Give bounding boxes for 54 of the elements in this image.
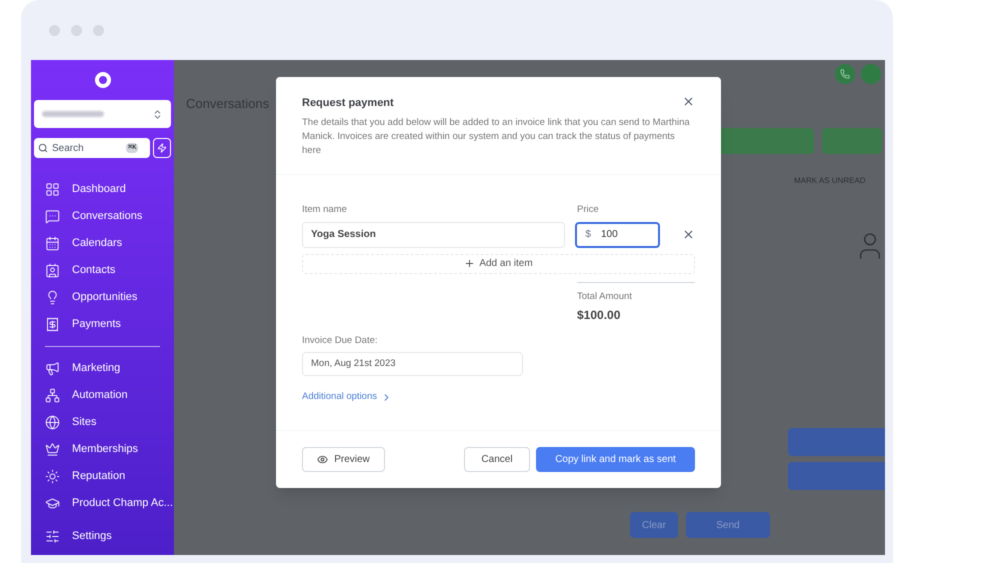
chat-icon — [45, 209, 60, 224]
logo-icon — [94, 72, 110, 88]
remove-item-button[interactable] — [682, 228, 695, 242]
due-date-field[interactable]: Mon, Aug 21st 2023 — [302, 352, 523, 376]
sidebar-item[interactable]: Payments — [33, 311, 172, 338]
additional-options-link[interactable]: Additional options — [302, 390, 392, 404]
tag-background — [822, 128, 882, 154]
sidebar-item[interactable]: Calendars — [33, 230, 172, 257]
close-button[interactable] — [682, 95, 695, 108]
total-amount: $100.00 — [577, 307, 622, 324]
item-name-label: Item name — [302, 202, 348, 216]
dialog-description: The details that you add below will be added to an invoice link that you can send to Marthina Manick. Invoices are created within our system and you can track the status of payments here — [302, 116, 691, 158]
sidebar-item[interactable]: Reputation — [33, 463, 172, 490]
sidebar-item[interactable]: Sites — [33, 409, 172, 436]
grid-icon — [45, 182, 60, 197]
plus-icon — [464, 258, 476, 270]
sun-icon — [45, 469, 60, 484]
sidebar-item[interactable]: Memberships — [33, 436, 172, 463]
sliders-icon — [45, 529, 60, 544]
sidebar-item[interactable]: Product Champ Ac... — [33, 490, 172, 517]
sidebar-item[interactable]: Automation — [33, 382, 172, 409]
sidebar-item[interactable]: Dashboard — [33, 176, 172, 203]
search-icon — [38, 143, 48, 153]
cancel-button[interactable]: Cancel — [464, 447, 530, 472]
lightning-icon — [157, 143, 167, 153]
total-label: Total Amount — [577, 290, 633, 304]
sidebar-item[interactable]: Marketing — [33, 355, 172, 382]
search-input[interactable]: Search — [52, 140, 122, 156]
sidebar-item[interactable]: Opportunities — [33, 284, 172, 311]
contact-card-icon — [45, 263, 60, 278]
item-name-field[interactable]: Yoga Session — [302, 222, 566, 248]
graduation-cap-icon — [45, 496, 60, 511]
eye-icon — [317, 454, 328, 465]
preview-button[interactable]: Preview — [302, 447, 385, 472]
receipt-icon — [45, 317, 60, 332]
account-switcher[interactable] — [34, 100, 171, 128]
chevrons-icon — [152, 108, 163, 120]
price-label: Price — [577, 202, 599, 216]
price-field[interactable]: $ 100 — [575, 222, 660, 248]
due-date-label: Invoice Due Date: — [302, 334, 379, 348]
submit-button[interactable]: Copy link and mark as sent — [536, 447, 695, 472]
lightning-button[interactable] — [153, 138, 171, 158]
globe-icon — [45, 415, 60, 430]
calendar-icon — [45, 236, 60, 251]
sidebar-item[interactable]: Conversations — [33, 203, 172, 230]
sidebar-item[interactable]: Contacts — [33, 257, 172, 284]
megaphone-icon — [45, 361, 60, 376]
crown-icon — [45, 442, 60, 457]
network-icon — [45, 388, 60, 403]
phone-icon — [835, 64, 855, 84]
sidebar-item[interactable]: Settings — [33, 523, 172, 550]
dialog-title: Request payment — [302, 96, 394, 111]
blurred-account-name — [42, 111, 104, 117]
add-item-button[interactable]: Add an item — [302, 254, 695, 274]
